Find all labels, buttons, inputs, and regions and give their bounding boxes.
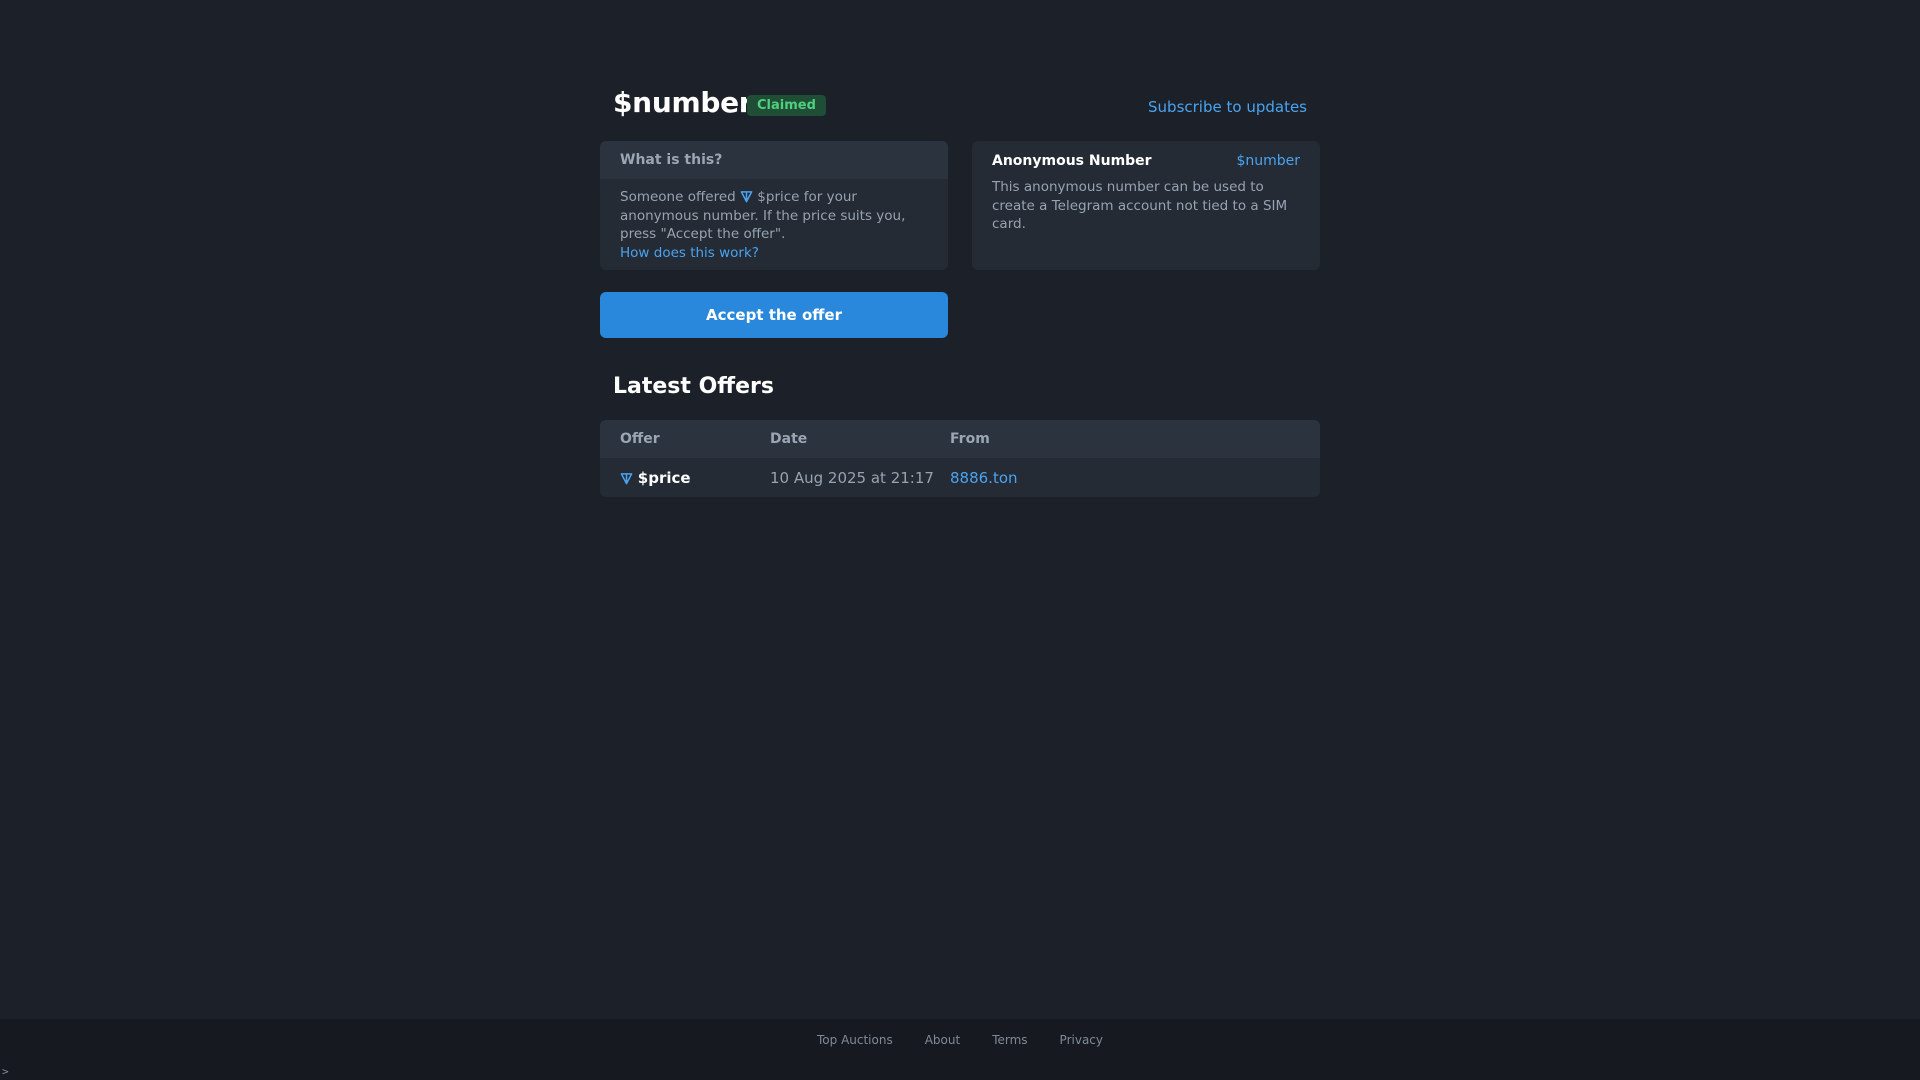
ton-icon xyxy=(740,191,753,203)
ton-icon xyxy=(620,472,633,484)
page-header: $number Claimed Subscribe to updates xyxy=(613,86,1307,126)
how-does-this-work-link[interactable]: How does this work? xyxy=(620,244,759,263)
from-cell: 8886.ton xyxy=(950,469,1320,487)
info-text-before: Someone offered xyxy=(620,189,740,205)
info-card: What is this? Someone offered $price for… xyxy=(600,141,948,270)
status-badge: Claimed xyxy=(747,95,826,116)
footer-link-top-auctions[interactable]: Top Auctions xyxy=(817,1033,893,1047)
offer-value: $price xyxy=(637,468,691,487)
page: $number Claimed Subscribe to updates Wha… xyxy=(0,0,1920,1080)
footer-link-terms[interactable]: Terms xyxy=(992,1033,1027,1047)
from-link[interactable]: 8886.ton xyxy=(950,469,1018,487)
anonymous-number-card: Anonymous Number $number This anonymous … xyxy=(972,141,1320,270)
anon-card-header: Anonymous Number $number xyxy=(992,153,1300,169)
subscribe-link[interactable]: Subscribe to updates xyxy=(1148,98,1307,116)
offers-table: Offer Date From $price 10 Aug 2025 at 21… xyxy=(600,420,1320,497)
column-header-offer: Offer xyxy=(620,431,660,447)
accept-offer-button[interactable]: Accept the offer xyxy=(600,292,948,338)
date-cell: 10 Aug 2025 at 21:17 xyxy=(770,468,934,487)
anon-card-description: This anonymous number can be used to cre… xyxy=(992,179,1288,232)
anon-number-link[interactable]: $number xyxy=(1236,153,1300,169)
footer-link-about[interactable]: About xyxy=(925,1033,960,1047)
info-card-heading: What is this? xyxy=(600,141,948,179)
column-header-date: Date xyxy=(770,431,808,447)
page-title: $number xyxy=(613,86,753,119)
column-header-from: From xyxy=(950,431,990,447)
offers-table-header: Offer Date From xyxy=(600,420,1320,458)
table-row[interactable]: $price 10 Aug 2025 at 21:17 8886.ton xyxy=(600,458,1320,497)
anon-card-title: Anonymous Number xyxy=(992,153,1152,169)
footer-links: Top Auctions About Terms Privacy xyxy=(0,1033,1920,1047)
console-prompt: > xyxy=(2,1065,9,1078)
footer: Top Auctions About Terms Privacy > xyxy=(0,1019,1920,1080)
latest-offers-title: Latest Offers xyxy=(613,374,774,399)
info-price: $price xyxy=(757,189,800,205)
offer-cell: $price xyxy=(600,469,770,487)
info-card-body: Someone offered $price for your anonymou… xyxy=(600,179,948,270)
footer-link-privacy[interactable]: Privacy xyxy=(1060,1033,1103,1047)
